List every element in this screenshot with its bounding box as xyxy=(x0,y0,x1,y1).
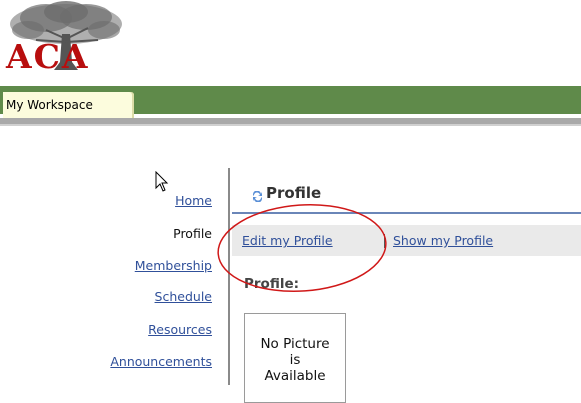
annotation-circle xyxy=(214,200,390,300)
menu-item-profile: Profile xyxy=(173,226,212,241)
menu-link-home[interactable]: Home xyxy=(175,193,212,208)
banner-shadow-light xyxy=(0,124,581,126)
menu-item-announcements[interactable]: Announcements xyxy=(110,354,212,369)
no-picture-text: No Picture is Available xyxy=(260,336,330,384)
mouse-cursor-icon xyxy=(155,170,169,197)
menu-link-membership[interactable]: Membership xyxy=(135,258,212,273)
tab-my-workspace[interactable]: My Workspace xyxy=(3,92,134,118)
profile-picture-placeholder: No Picture is Available xyxy=(244,313,346,403)
menu-item-home[interactable]: Home xyxy=(175,193,212,208)
menu-link-announcements[interactable]: Announcements xyxy=(110,354,212,369)
menu-item-resources[interactable]: Resources xyxy=(148,322,212,337)
menu-link-resources[interactable]: Resources xyxy=(148,322,212,337)
menu-link-schedule[interactable]: Schedule xyxy=(155,289,212,304)
menu-item-membership[interactable]: Membership xyxy=(135,258,212,273)
menu-item-schedule[interactable]: Schedule xyxy=(155,289,212,304)
logo-text: ACA xyxy=(6,37,90,76)
show-profile-link[interactable]: Show my Profile xyxy=(393,233,493,248)
